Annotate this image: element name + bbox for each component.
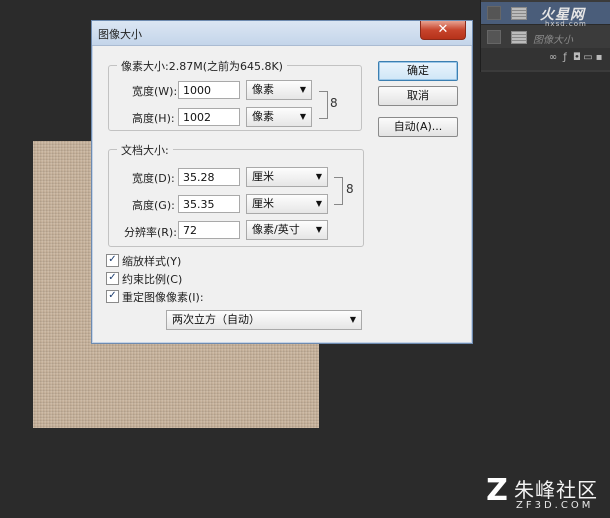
- scale-styles-label: 缩放样式(Y): [122, 255, 182, 268]
- layers-toolbar: ∞ ƒ ◘ ▭ ▪: [481, 48, 610, 70]
- constrain-label: 约束比例(C): [122, 273, 183, 286]
- pixel-height-unit-value: 像素: [252, 110, 274, 123]
- pixel-height-unit-select[interactable]: 像素 ▼: [246, 107, 312, 127]
- cancel-button[interactable]: 取消: [378, 86, 458, 106]
- fx-icon[interactable]: ƒ: [559, 52, 571, 64]
- pixel-width-unit-select[interactable]: 像素 ▼: [246, 80, 312, 100]
- watermark-name: 朱峰社区: [514, 478, 598, 502]
- doc-height-input[interactable]: 35.35: [178, 195, 240, 213]
- chain-link-icon: 8: [346, 182, 354, 196]
- resample-method-select[interactable]: 两次立方（自动） ▼: [166, 310, 362, 330]
- doc-width-unit-select[interactable]: 厘米 ▼: [246, 167, 328, 187]
- visibility-icon[interactable]: [487, 30, 501, 44]
- constrain-checkbox[interactable]: ✓: [106, 272, 119, 285]
- dialog-titlebar[interactable]: 图像大小 ✕: [92, 21, 472, 46]
- chevron-down-icon: ▼: [299, 112, 306, 121]
- layer-thumbnail: [511, 31, 527, 44]
- resample-checkbox[interactable]: ✓: [106, 290, 119, 303]
- pixel-height-input[interactable]: 1002: [178, 108, 240, 126]
- dialog-title: 图像大小: [98, 28, 142, 41]
- chevron-down-icon: ▼: [315, 199, 322, 208]
- doc-width-input[interactable]: 35.28: [178, 168, 240, 186]
- pixel-dimensions-title: 像素大小:2.87M(之前为645.8K): [117, 58, 287, 74]
- trash-icon[interactable]: ▪: [593, 52, 605, 64]
- zf3d-logo-icon: Z: [486, 473, 508, 508]
- resolution-unit-value: 像素/英寸: [252, 223, 300, 236]
- chevron-down-icon: ▼: [315, 172, 322, 181]
- watermark-url-top: hxsd.com: [545, 20, 587, 28]
- pixel-width-unit-value: 像素: [252, 83, 274, 96]
- doc-height-unit-value: 厘米: [252, 197, 274, 210]
- ok-button[interactable]: 确定: [378, 61, 458, 81]
- resample-method-value: 两次立方（自动）: [172, 313, 260, 326]
- pixel-constrain-bracket: [319, 91, 328, 119]
- layer-row[interactable]: 图像大小: [481, 26, 610, 49]
- chain-link-icon: 8: [330, 96, 338, 110]
- layer-thumbnail: [511, 7, 527, 20]
- resample-label: 重定图像像素(I):: [122, 291, 204, 304]
- close-button[interactable]: ✕: [420, 21, 466, 40]
- doc-constrain-bracket: [334, 177, 343, 205]
- watermark-url: ZF3D.COM: [516, 500, 594, 511]
- chevron-down-icon: ▼: [299, 85, 306, 94]
- watermark-bottom: Z 朱峰社区 ZF3D.COM: [480, 474, 610, 518]
- resolution-input[interactable]: 72: [178, 221, 240, 239]
- pixel-width-label: 宽度(W):: [132, 85, 178, 98]
- doc-height-label: 高度(G):: [132, 199, 175, 212]
- doc-width-unit-value: 厘米: [252, 170, 274, 183]
- resolution-unit-select[interactable]: 像素/英寸 ▼: [246, 220, 328, 240]
- document-size-title: 文档大小:: [117, 142, 173, 158]
- pixel-width-input[interactable]: 1000: [178, 81, 240, 99]
- link-icon[interactable]: ∞: [547, 52, 559, 64]
- chevron-down-icon: ▼: [349, 315, 356, 324]
- resolution-label: 分辨率(R):: [124, 226, 177, 239]
- layer-name: 图像大小: [533, 35, 573, 46]
- auto-button[interactable]: 自动(A)...: [378, 117, 458, 137]
- doc-width-label: 宽度(D):: [132, 172, 175, 185]
- pixel-height-label: 高度(H):: [132, 112, 175, 125]
- image-size-dialog: 图像大小 ✕ 像素大小:2.87M(之前为645.8K) 宽度(W): 1000…: [91, 20, 473, 344]
- scale-styles-checkbox[interactable]: ✓: [106, 254, 119, 267]
- doc-height-unit-select[interactable]: 厘米 ▼: [246, 194, 328, 214]
- chevron-down-icon: ▼: [315, 225, 322, 234]
- visibility-icon[interactable]: [487, 6, 501, 20]
